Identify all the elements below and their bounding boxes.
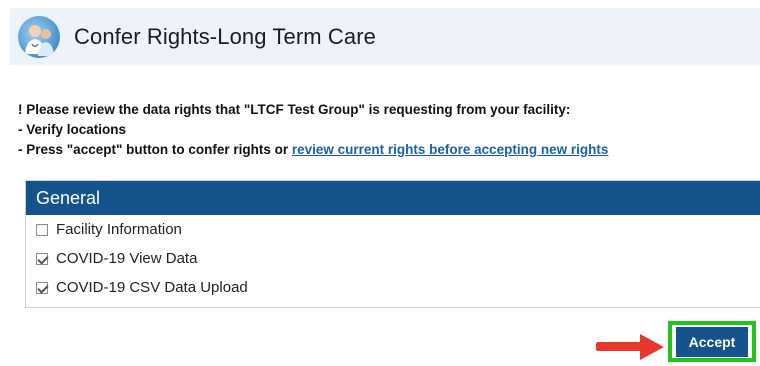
medical-staff-icon <box>18 15 60 58</box>
arrow-right-icon <box>596 333 666 366</box>
covid-csv-upload-checkbox[interactable] <box>36 281 48 294</box>
rights-option-label: COVID-19 CSV Data Upload <box>56 279 248 296</box>
rights-option-label: COVID-19 View Data <box>56 250 198 267</box>
rights-option-covid-view-data[interactable]: COVID-19 View Data <box>26 244 760 273</box>
rights-option-label: Facility Information <box>56 221 182 238</box>
rights-option-covid-csv-upload[interactable]: COVID-19 CSV Data Upload <box>26 273 760 302</box>
page-header: Confer Rights-Long Term Care <box>10 8 760 65</box>
review-current-rights-link[interactable]: review current rights before accepting n… <box>292 142 609 157</box>
notice-accept-text: - Press "accept" button to confer rights… <box>18 142 292 157</box>
covid-view-data-checkbox[interactable] <box>36 252 48 265</box>
notice-line-request: ! Please review the data rights that "LT… <box>18 102 571 117</box>
notice-line-accept: - Press "accept" button to confer rights… <box>18 140 758 160</box>
panel-heading: General <box>26 181 760 215</box>
rights-notice: ! Please review the data rights that "LT… <box>18 100 758 160</box>
notice-line-verify: - Verify locations <box>18 122 127 137</box>
accept-button[interactable]: Accept <box>676 326 748 357</box>
accept-highlight: Accept <box>668 321 756 362</box>
page-title: Confer Rights-Long Term Care <box>74 23 376 49</box>
general-rights-panel: General Facility Information COVID-19 Vi… <box>25 180 760 308</box>
rights-option-facility-information[interactable]: Facility Information <box>26 215 760 244</box>
facility-information-checkbox[interactable] <box>36 223 48 236</box>
